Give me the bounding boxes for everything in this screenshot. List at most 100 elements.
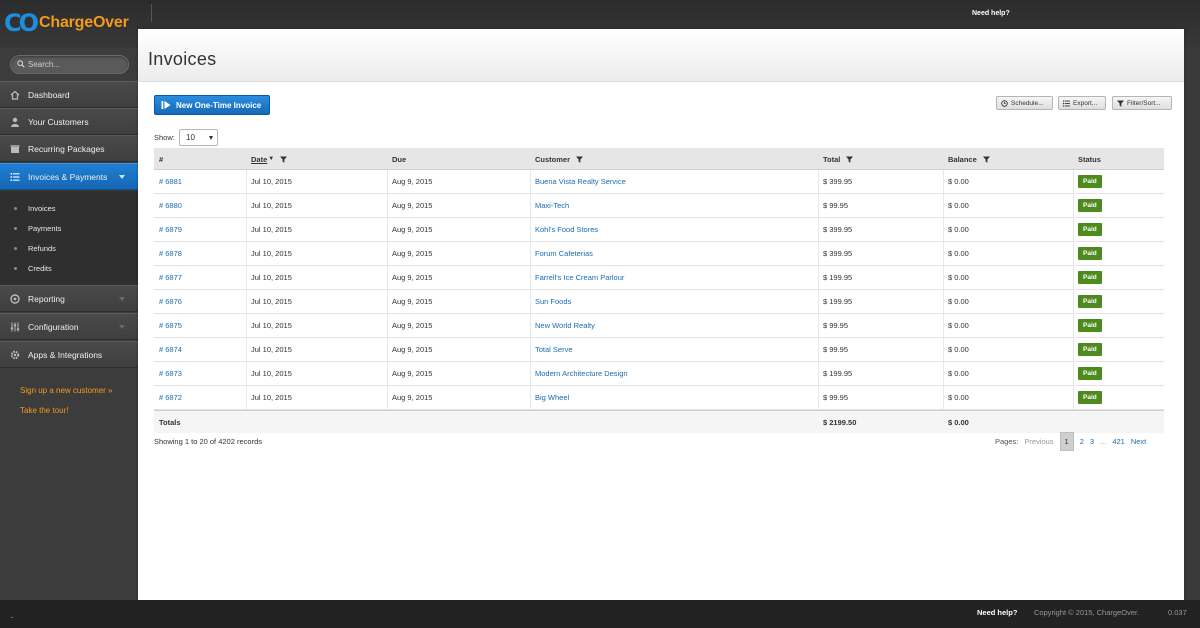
filter-icon[interactable] [846,156,853,163]
invoice-number-link[interactable]: # 6879 [159,218,182,241]
column-divider [387,314,388,337]
pager-page-1[interactable]: 1 [1060,432,1074,451]
customer-link[interactable]: Modern Architecture Design [535,362,628,385]
column-divider [246,386,247,409]
chevron-down-icon [119,297,125,301]
pager-next[interactable]: Next [1131,437,1146,446]
table-row[interactable]: # 6881Jul 10, 2015Aug 9, 2015Buena Vista… [154,170,1164,194]
column-header-customer[interactable]: Customer [535,148,583,170]
status-badge: Paid [1078,271,1102,284]
invoice-number-link[interactable]: # 6876 [159,290,182,313]
signup-customer-link[interactable]: Sign up a new customer » [20,386,113,395]
sidebar-item-customers[interactable]: Your Customers [0,108,138,135]
column-header-total[interactable]: Total [823,148,853,170]
sidebar-item-reporting[interactable]: Reporting [0,285,138,312]
column-header-balance[interactable]: Balance [948,148,990,170]
pager-page-2[interactable]: 2 [1080,437,1084,446]
invoice-due-date: Aug 9, 2015 [392,194,432,217]
column-divider [818,242,819,265]
filter-icon[interactable] [280,156,287,163]
invoice-date: Jul 10, 2015 [251,266,292,289]
table-row[interactable]: # 6876Jul 10, 2015Aug 9, 2015Sun Foods$ … [154,290,1164,314]
export-button[interactable]: Export... [1058,96,1106,110]
list-icon [10,172,20,182]
invoice-number-link[interactable]: # 6880 [159,194,182,217]
column-divider [387,362,388,385]
submenu-item-credits[interactable]: Credits [14,262,52,274]
sidebar-item-recurring-packages[interactable]: Recurring Packages [0,135,138,162]
submenu-item-refunds[interactable]: Refunds [14,242,56,254]
table-row[interactable]: # 6877Jul 10, 2015Aug 9, 2015Farrell's I… [154,266,1164,290]
customer-link[interactable]: Farrell's Ice Cream Parlour [535,266,624,289]
filter-icon[interactable] [576,156,583,163]
table-row[interactable]: # 6878Jul 10, 2015Aug 9, 2015Forum Cafet… [154,242,1164,266]
column-header-status[interactable]: Status [1078,148,1101,170]
table-row[interactable]: # 6874Jul 10, 2015Aug 9, 2015Total Serve… [154,338,1164,362]
table-row[interactable]: # 6875Jul 10, 2015Aug 9, 2015New World R… [154,314,1164,338]
column-label: Customer [535,155,570,164]
invoice-date: Jul 10, 2015 [251,386,292,409]
invoice-number-link[interactable]: # 6873 [159,362,182,385]
column-divider [1073,362,1074,385]
invoice-number-link[interactable]: # 6878 [159,242,182,265]
sidebar: Dashboard Your Customers Recurring Packa… [0,48,138,600]
column-divider [246,266,247,289]
table-row[interactable]: # 6873Jul 10, 2015Aug 9, 2015Modern Arch… [154,362,1164,386]
search-input[interactable] [28,59,124,70]
footer-dot: . [11,611,13,620]
bullet-icon [14,227,17,230]
invoice-balance: $ 0.00 [948,386,969,409]
sidebar-item-dashboard[interactable]: Dashboard [0,81,138,108]
column-header-date[interactable]: Date ▼ [251,148,287,170]
invoice-number-link[interactable]: # 6872 [159,386,182,409]
page-size-select[interactable]: 10 [179,129,218,146]
customer-link[interactable]: Buena Vista Realty Service [535,170,626,193]
top-help-link[interactable]: Need help? [972,10,1010,17]
status-cell: Paid [1078,362,1102,385]
chargeover-logo[interactable]: CO ChargeOver [4,10,129,36]
customer-link[interactable]: Sun Foods [535,290,571,313]
table-row[interactable]: # 6879Jul 10, 2015Aug 9, 2015Kohl's Food… [154,218,1164,242]
status-badge: Paid [1078,343,1102,356]
take-tour-link[interactable]: Take the tour! [20,406,68,415]
pager-previous[interactable]: Previous [1024,437,1053,446]
invoice-number-link[interactable]: # 6874 [159,338,182,361]
invoice-number-link[interactable]: # 6875 [159,314,182,337]
search-icon [17,60,25,68]
invoice-number-link[interactable]: # 6881 [159,170,182,193]
schedule-button[interactable]: Schedule... [996,96,1053,110]
status-badge: Paid [1078,295,1102,308]
sidebar-item-label: Recurring Packages [28,144,105,154]
filter-sort-button[interactable]: Filter/Sort... [1112,96,1172,110]
invoice-total: $ 99.95 [823,386,848,409]
table-row[interactable]: # 6872Jul 10, 2015Aug 9, 2015Big Wheel$ … [154,386,1164,410]
submenu-item-invoices[interactable]: Invoices [14,202,56,214]
invoice-number-link[interactable]: # 6877 [159,266,182,289]
search-box[interactable] [10,55,129,74]
column-divider [246,314,247,337]
customer-link[interactable]: Big Wheel [535,386,569,409]
sidebar-item-invoices-payments[interactable]: Invoices & Payments [0,163,138,190]
status-cell: Paid [1078,290,1102,313]
customer-link[interactable]: New World Realty [535,314,595,337]
customer-link[interactable]: Maxi-Tech [535,194,569,217]
sidebar-item-configuration[interactable]: Configuration [0,313,138,340]
invoice-total: $ 199.95 [823,290,852,313]
filter-icon[interactable] [983,156,990,163]
column-label: Balance [948,155,977,164]
customer-link[interactable]: Kohl's Food Stores [535,218,598,241]
pager-last-page[interactable]: 421 [1112,437,1125,446]
customer-link[interactable]: Forum Cafeterias [535,242,593,265]
customer-link[interactable]: Total Serve [535,338,573,361]
table-row[interactable]: # 6880Jul 10, 2015Aug 9, 2015Maxi-Tech$ … [154,194,1164,218]
column-header-number[interactable]: # [159,148,163,170]
column-header-due[interactable]: Due [392,148,406,170]
sidebar-item-apps-integrations[interactable]: Apps & Integrations [0,341,138,368]
new-one-time-invoice-button[interactable]: New One-Time Invoice [154,95,270,115]
submenu-item-payments[interactable]: Payments [14,222,61,234]
column-divider [246,218,247,241]
footer-help-link[interactable]: Need help? [977,608,1017,617]
pager-page-3[interactable]: 3 [1090,437,1094,446]
invoice-date: Jul 10, 2015 [251,338,292,361]
status-badge: Paid [1078,223,1102,236]
